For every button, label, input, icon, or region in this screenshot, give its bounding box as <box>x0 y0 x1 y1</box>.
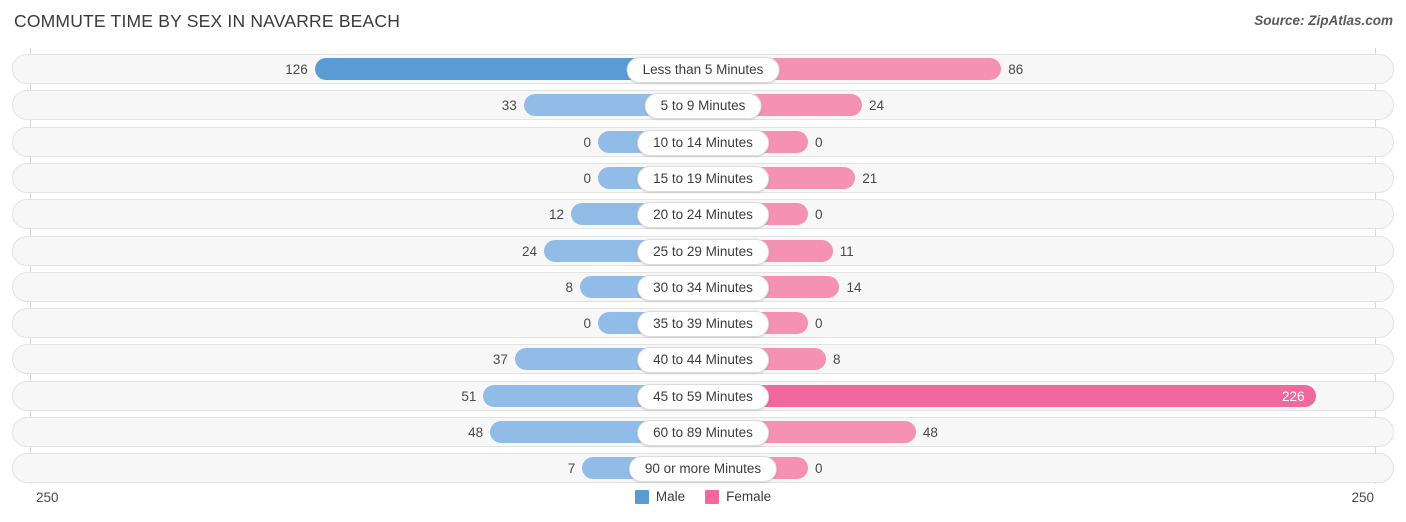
value-label-male: 0 <box>583 170 591 186</box>
value-label-female: 0 <box>815 316 823 332</box>
table-row[interactable]: 48 48 60 to 89 Minutes <box>12 417 1394 447</box>
page-title: COMMUTE TIME BY SEX IN NAVARRE BEACH <box>14 11 401 31</box>
bar-track: 37 8 40 to 44 Minutes <box>13 345 1393 374</box>
value-label-female: 48 <box>922 425 938 440</box>
table-row[interactable]: 51 226 45 to 59 Minutes <box>12 380 1394 411</box>
chart-footer: 250 250 Male Female <box>0 484 1406 522</box>
table-row[interactable]: 0 0 35 to 39 Minutes <box>12 308 1394 339</box>
category-label: 30 to 34 Minutes <box>637 274 769 301</box>
value-label-female: 0 <box>815 134 823 150</box>
value-label-female: 0 <box>815 461 823 477</box>
bar-track: 0 0 35 to 39 Minutes <box>13 309 1393 338</box>
legend-swatch-icon <box>705 489 720 504</box>
value-label-female: 14 <box>846 279 862 295</box>
bar-track: 8 14 30 to 34 Minutes <box>13 273 1393 301</box>
value-label-female: 8 <box>832 352 841 368</box>
bar-track: 7 0 90 or more Minutes <box>13 454 1393 483</box>
table-row[interactable]: 126 86 Less than 5 Minutes <box>12 54 1394 84</box>
bar-track: 51 226 45 to 59 Minutes <box>13 382 1393 410</box>
table-row[interactable]: 33 24 5 to 9 Minutes <box>12 90 1394 121</box>
category-label: 25 to 29 Minutes <box>637 238 769 265</box>
category-label: 15 to 19 Minutes <box>637 165 769 192</box>
bar-track: 126 86 Less than 5 Minutes <box>13 55 1393 83</box>
value-label-female: 21 <box>862 170 878 186</box>
category-label: 10 to 14 Minutes <box>637 129 769 156</box>
value-label-male: 0 <box>583 316 591 332</box>
value-label-male: 8 <box>565 279 574 295</box>
value-label-female: 11 <box>839 243 854 259</box>
value-label-female: 24 <box>868 98 884 114</box>
category-label: 45 to 59 Minutes <box>637 383 769 410</box>
table-row[interactable]: 0 21 15 to 19 Minutes <box>12 162 1394 193</box>
table-row[interactable]: 37 8 40 to 44 Minutes <box>12 344 1394 375</box>
bar-track: 24 11 25 to 29 Minutes <box>13 237 1393 265</box>
legend: Male Female <box>0 489 1406 504</box>
chart-header: COMMUTE TIME BY SEX IN NAVARRE BEACH Sou… <box>0 0 1406 46</box>
legend-label: Male <box>655 489 686 504</box>
value-label-male: 7 <box>567 461 576 477</box>
bar-track: 0 21 15 to 19 Minutes <box>13 164 1393 192</box>
legend-item-female[interactable]: Female <box>705 489 771 504</box>
value-label-male: 24 <box>522 243 538 259</box>
category-label: Less than 5 Minutes <box>626 57 780 83</box>
legend-swatch-icon <box>634 489 649 504</box>
legend-item-male[interactable]: Male <box>634 489 686 504</box>
value-label-male: 48 <box>468 425 484 440</box>
value-label-female: 86 <box>1008 62 1024 77</box>
bar-track: 48 48 60 to 89 Minutes <box>13 418 1393 446</box>
category-label: 35 to 39 Minutes <box>637 311 769 338</box>
table-row[interactable]: 12 0 20 to 24 Minutes <box>12 199 1394 230</box>
category-label: 20 to 24 Minutes <box>637 202 769 229</box>
bar-track: 0 0 10 to 14 Minutes <box>13 128 1393 156</box>
category-label: 40 to 44 Minutes <box>637 347 769 374</box>
value-label-male: 126 <box>285 62 308 77</box>
table-row[interactable]: 24 11 25 to 29 Minutes <box>12 235 1394 266</box>
legend-label: Female <box>726 489 772 504</box>
value-label-male: 37 <box>492 352 508 368</box>
value-label-female: 226 <box>1282 388 1305 404</box>
value-label-male: 12 <box>549 207 565 223</box>
source-label: Source: ZipAtlas.com <box>1254 13 1393 28</box>
category-label: 90 or more Minutes <box>628 456 778 483</box>
value-label-male: 33 <box>501 98 517 114</box>
plot-area: 126 86 Less than 5 Minutes 33 24 5 to 9 Minut… <box>0 48 1406 484</box>
bar-track: 33 24 5 to 9 Minutes <box>13 91 1393 120</box>
table-row[interactable]: 0 0 10 to 14 Minutes <box>12 126 1394 157</box>
table-row[interactable]: 7 0 90 or more Minutes <box>12 453 1394 484</box>
value-label-male: 51 <box>461 388 477 404</box>
category-label: 5 to 9 Minutes <box>644 93 762 120</box>
table-row[interactable]: 8 14 30 to 34 Minutes <box>12 271 1394 302</box>
value-label-male: 0 <box>583 134 591 150</box>
category-label: 60 to 89 Minutes <box>637 420 769 446</box>
bar-female[interactable] <box>703 384 1316 407</box>
bar-track: 12 0 20 to 24 Minutes <box>13 200 1393 229</box>
value-label-female: 0 <box>815 207 823 223</box>
